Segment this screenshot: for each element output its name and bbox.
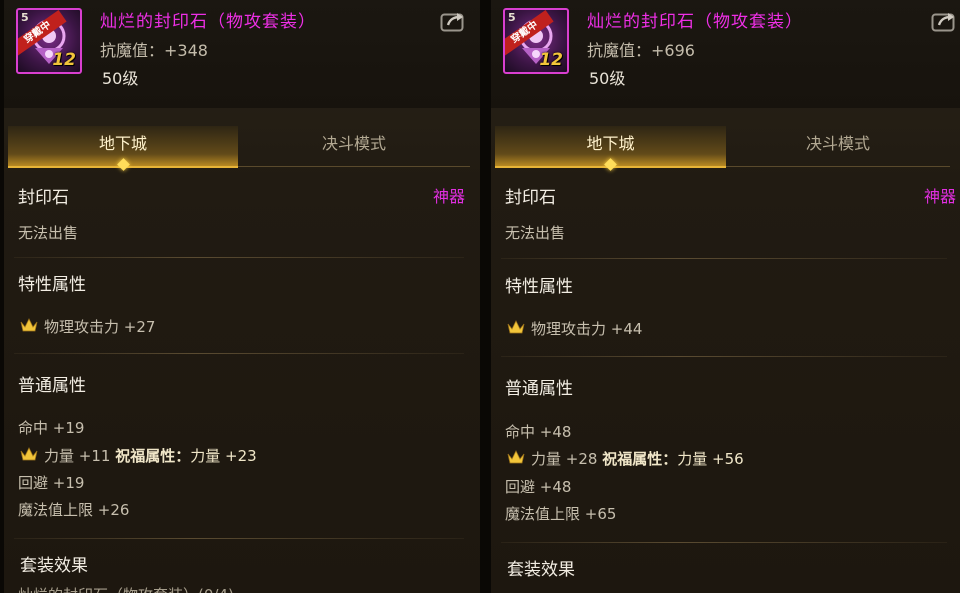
crown-icon <box>507 450 525 464</box>
crown-icon <box>507 320 525 334</box>
magic-resist-stat: 抗魔值：+696 <box>587 41 695 60</box>
tooltip-header: 5 穿戴中 12 灿烂的封印石（物攻套装） 抗魔值：+348 50级 <box>4 0 480 108</box>
divider <box>501 356 947 357</box>
divider <box>501 258 947 259</box>
mp-max-stat: 魔法值上限 +65 <box>505 505 617 523</box>
special-attr-value: 物理攻击力 +44 <box>531 320 643 338</box>
divider <box>14 538 464 539</box>
divider <box>14 353 464 354</box>
item-tooltip-right: 5 穿戴中 12 灿烂的封印石（物攻套装） 抗魔值：+696 50级 地下城 决… <box>491 0 960 593</box>
item-icon[interactable]: 5 穿戴中 12 <box>503 8 569 74</box>
strength-stat: 力量 +11 祝福属性：力量 +23 <box>44 445 257 466</box>
strength-stat: 力量 +28 祝福属性：力量 +56 <box>531 448 744 469</box>
rarity-label: 神器 <box>924 187 957 206</box>
tab-duel-mode[interactable]: 决斗模式 <box>238 126 470 167</box>
evade-stat: 回避 +19 <box>18 474 85 492</box>
bless-label: 祝福属性： <box>602 450 678 468</box>
crown-icon <box>20 318 38 332</box>
crown-icon <box>20 447 38 461</box>
mp-max-stat: 魔法值上限 +26 <box>18 501 130 519</box>
reinforce-grade: 12 <box>52 50 76 70</box>
mode-tabs: 地下城 决斗模式 <box>8 126 470 171</box>
magic-resist-stat: 抗魔值：+348 <box>100 41 208 60</box>
strength-base: 力量 +28 <box>531 450 598 468</box>
divider <box>501 542 947 543</box>
bless-label: 祝福属性： <box>115 447 191 465</box>
rarity-label: 神器 <box>433 187 466 206</box>
divider <box>14 257 464 258</box>
item-tooltip-left: 5 穿戴中 12 灿烂的封印石（物攻套装） 抗魔值：+348 50级 地下城 决… <box>4 0 480 593</box>
sell-status: 无法出售 <box>505 224 566 242</box>
icon-level-corner: 5 <box>21 11 29 24</box>
set-name-clipped: 灿烂的封印石（物攻套装）(0/4) <box>18 584 234 593</box>
item-name: 灿烂的封印石（物攻套装） <box>100 12 316 32</box>
tooltip-header: 5 穿戴中 12 灿烂的封印石（物攻套装） 抗魔值：+696 50级 <box>491 0 960 108</box>
evade-stat: 回避 +48 <box>505 478 572 496</box>
bless-value: 力量 +56 <box>677 450 744 468</box>
share-icon[interactable] <box>931 10 957 32</box>
normal-attr-title: 普通属性 <box>18 376 86 396</box>
sell-status: 无法出售 <box>18 224 79 242</box>
item-category: 封印石 <box>18 188 69 208</box>
icon-level-corner: 5 <box>508 11 516 24</box>
set-effect-title: 套装效果 <box>507 560 575 580</box>
item-category: 封印石 <box>505 188 556 208</box>
share-icon[interactable] <box>440 10 466 32</box>
tab-duel-mode[interactable]: 决斗模式 <box>726 126 950 167</box>
item-level: 50级 <box>102 69 139 88</box>
normal-attr-title: 普通属性 <box>505 379 573 399</box>
item-icon[interactable]: 5 穿戴中 12 <box>16 8 82 74</box>
special-attr-title: 特性属性 <box>18 275 86 295</box>
bless-value: 力量 +23 <box>190 447 257 465</box>
special-attr-value: 物理攻击力 +27 <box>44 318 156 336</box>
item-name: 灿烂的封印石（物攻套装） <box>587 12 803 32</box>
reinforce-grade: 12 <box>539 50 563 70</box>
hit-stat: 命中 +48 <box>505 423 572 441</box>
mode-tabs: 地下城 决斗模式 <box>495 126 950 171</box>
set-effect-title: 套装效果 <box>20 556 88 576</box>
special-attr-title: 特性属性 <box>505 277 573 297</box>
strength-base: 力量 +11 <box>44 447 111 465</box>
hit-stat: 命中 +19 <box>18 419 85 437</box>
item-level: 50级 <box>589 69 626 88</box>
